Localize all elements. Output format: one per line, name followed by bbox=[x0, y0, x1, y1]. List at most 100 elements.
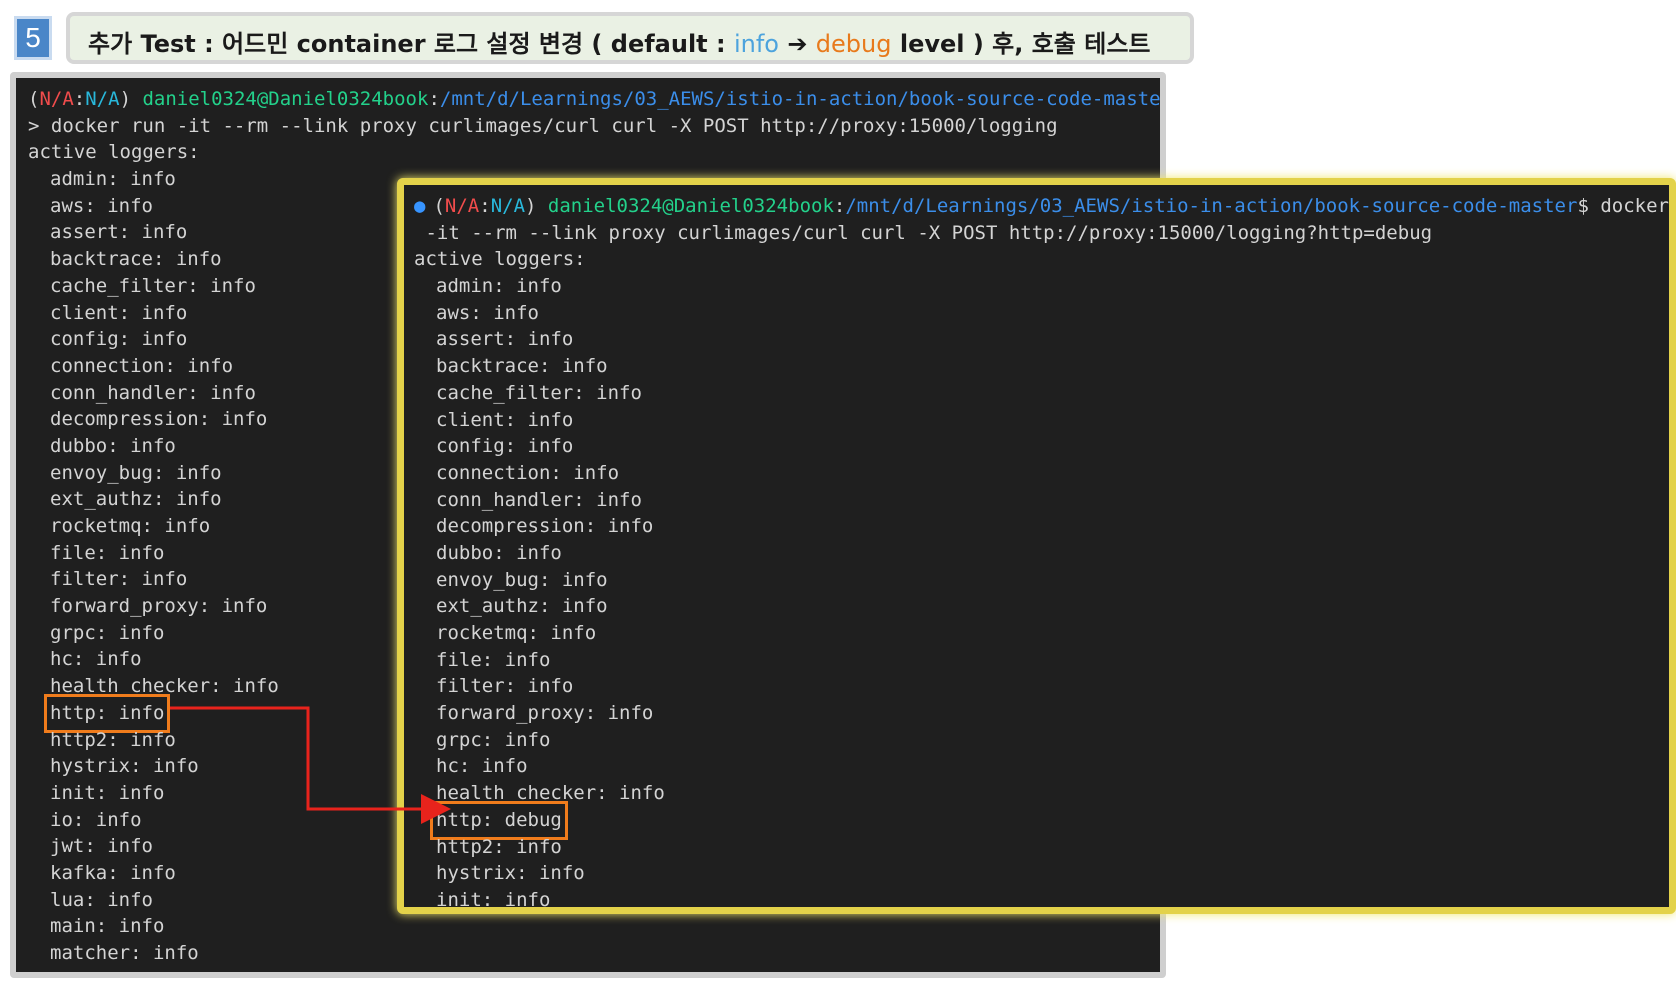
terminal-after: ● (N/A:N/A) daniel0324@Daniel0324book:/mn… bbox=[397, 178, 1676, 914]
logger-name: rocketmq bbox=[50, 515, 142, 537]
logger-level: info bbox=[233, 675, 279, 698]
logger-level: info bbox=[538, 862, 585, 885]
logger-name: conn_handler bbox=[436, 488, 574, 511]
logger-entry: connection: info bbox=[50, 354, 234, 377]
logger-entry: client: info bbox=[50, 301, 188, 324]
logger-level: debug bbox=[504, 808, 562, 831]
logger-row: hc: info bbox=[414, 753, 1669, 780]
logger-name: ext_authz bbox=[50, 488, 153, 511]
loggers-header: active loggers: bbox=[414, 248, 586, 271]
logger-entry: filter: info bbox=[50, 568, 188, 591]
logger-level: info bbox=[527, 675, 574, 698]
logger-name: http2 bbox=[50, 728, 108, 751]
logger-name: backtrace bbox=[50, 248, 153, 271]
logger-level: info bbox=[504, 728, 551, 751]
logger-row: assert: info bbox=[414, 326, 1669, 353]
logger-name: config bbox=[436, 435, 505, 458]
heading-info-level: info bbox=[733, 30, 779, 58]
logger-row: rocketmq: info bbox=[414, 620, 1669, 647]
logger-name: client bbox=[50, 301, 119, 324]
logger-name: assert bbox=[436, 328, 505, 351]
logger-name: aws bbox=[436, 301, 471, 324]
logger-entry: config: info bbox=[436, 435, 574, 458]
logger-name: cache_filter bbox=[436, 381, 574, 404]
logger-row: main: info bbox=[28, 913, 1160, 940]
logger-row: client: info bbox=[414, 407, 1669, 434]
logger-name: io bbox=[50, 808, 73, 831]
logger-name: hc bbox=[50, 648, 73, 671]
logger-entry: connection: info bbox=[436, 461, 620, 484]
logger-name: kafka bbox=[50, 861, 108, 884]
logger-list: admin: info aws: info assert: info backtrac… bbox=[414, 273, 1669, 907]
logger-name: matcher bbox=[50, 942, 131, 964]
logger-row: grpc: info bbox=[414, 727, 1669, 754]
logger-level: info bbox=[118, 701, 165, 724]
logger-name: ext_authz bbox=[436, 595, 539, 618]
logger-level: info bbox=[130, 168, 176, 191]
logger-level: info bbox=[118, 915, 165, 938]
terminal-command: > docker run -it --rm --link proxy curli… bbox=[28, 114, 1058, 137]
logger-level: info bbox=[221, 595, 268, 618]
logger-name: file bbox=[436, 648, 482, 671]
logger-level: info bbox=[175, 488, 222, 511]
logger-entry: ext_authz: info bbox=[436, 595, 608, 618]
logger-level: info bbox=[141, 568, 188, 591]
logger-name: file bbox=[50, 541, 96, 564]
logger-name: http2 bbox=[436, 835, 494, 858]
logger-row: init: info bbox=[414, 887, 1669, 907]
logger-row: hystrix: info bbox=[414, 860, 1669, 887]
logger-row: aws: info bbox=[414, 300, 1669, 327]
heading-suffix: level ) 후, 호출 테스트 bbox=[891, 30, 1151, 58]
logger-entry: dubbo: info bbox=[50, 434, 176, 457]
right-arrow-icon: ➔ bbox=[787, 30, 808, 58]
logger-entry: client: info bbox=[436, 408, 574, 431]
logger-level: info bbox=[550, 622, 597, 644]
logger-level: info bbox=[527, 408, 574, 431]
logger-name: admin bbox=[436, 275, 494, 298]
logger-entry: backtrace: info bbox=[50, 248, 222, 271]
logger-row: connection: info bbox=[414, 460, 1669, 487]
logger-entry: hc: info bbox=[50, 648, 142, 671]
logger-entry: cache_filter: info bbox=[436, 381, 642, 404]
logger-entry: filter: info bbox=[436, 675, 574, 698]
logger-row: decompression: info bbox=[414, 513, 1669, 540]
logger-name: dubbo bbox=[436, 541, 494, 564]
logger-entry: init: info bbox=[50, 781, 165, 804]
logger-entry: health_checker: info bbox=[436, 782, 665, 805]
step-heading: 추가 Test : 어드민 container 로그 설정 변경 ( defau… bbox=[66, 12, 1194, 64]
logger-row: filter: info bbox=[414, 673, 1669, 700]
logger-entry: conn_handler: info bbox=[436, 488, 642, 511]
logger-name: decompression bbox=[50, 408, 199, 431]
logger-entry: decompression: info bbox=[436, 515, 654, 538]
logger-level: info bbox=[210, 274, 256, 297]
logger-name: dubbo bbox=[50, 434, 108, 457]
logger-entry: conn_handler: info bbox=[50, 381, 256, 404]
logger-level: info bbox=[516, 835, 562, 858]
logger-entry: admin: info bbox=[50, 168, 176, 191]
logger-entry: grpc: info bbox=[436, 728, 551, 751]
logger-entry: aws: info bbox=[436, 301, 539, 324]
logger-level: info bbox=[164, 515, 211, 537]
logger-level: info bbox=[130, 861, 176, 884]
logger-entry: lua: info bbox=[50, 888, 153, 911]
logger-entry: ext_authz: info bbox=[50, 488, 222, 511]
logger-level: info bbox=[573, 461, 620, 484]
logger-name: init bbox=[50, 781, 96, 804]
logger-entry: envoy_bug: info bbox=[436, 568, 608, 591]
logger-level: info bbox=[493, 301, 539, 324]
logger-entry: main: info bbox=[50, 915, 165, 938]
logger-name: client bbox=[436, 408, 505, 431]
logger-level: info bbox=[527, 435, 574, 458]
logger-entry: decompression: info bbox=[50, 408, 268, 431]
logger-level: info bbox=[175, 248, 222, 271]
logger-name: filter bbox=[436, 675, 505, 698]
logger-entry: kafka: info bbox=[50, 861, 176, 884]
logger-name: hystrix bbox=[436, 862, 517, 885]
logger-level: info bbox=[141, 328, 188, 351]
logger-level: info bbox=[187, 354, 234, 377]
logger-row: dubbo: info bbox=[414, 540, 1669, 567]
logger-row: matcher: info bbox=[28, 940, 1160, 967]
logger-name: admin bbox=[50, 168, 108, 191]
highlighted-logger-entry: http: info bbox=[43, 693, 171, 733]
logger-level: info bbox=[95, 808, 142, 831]
